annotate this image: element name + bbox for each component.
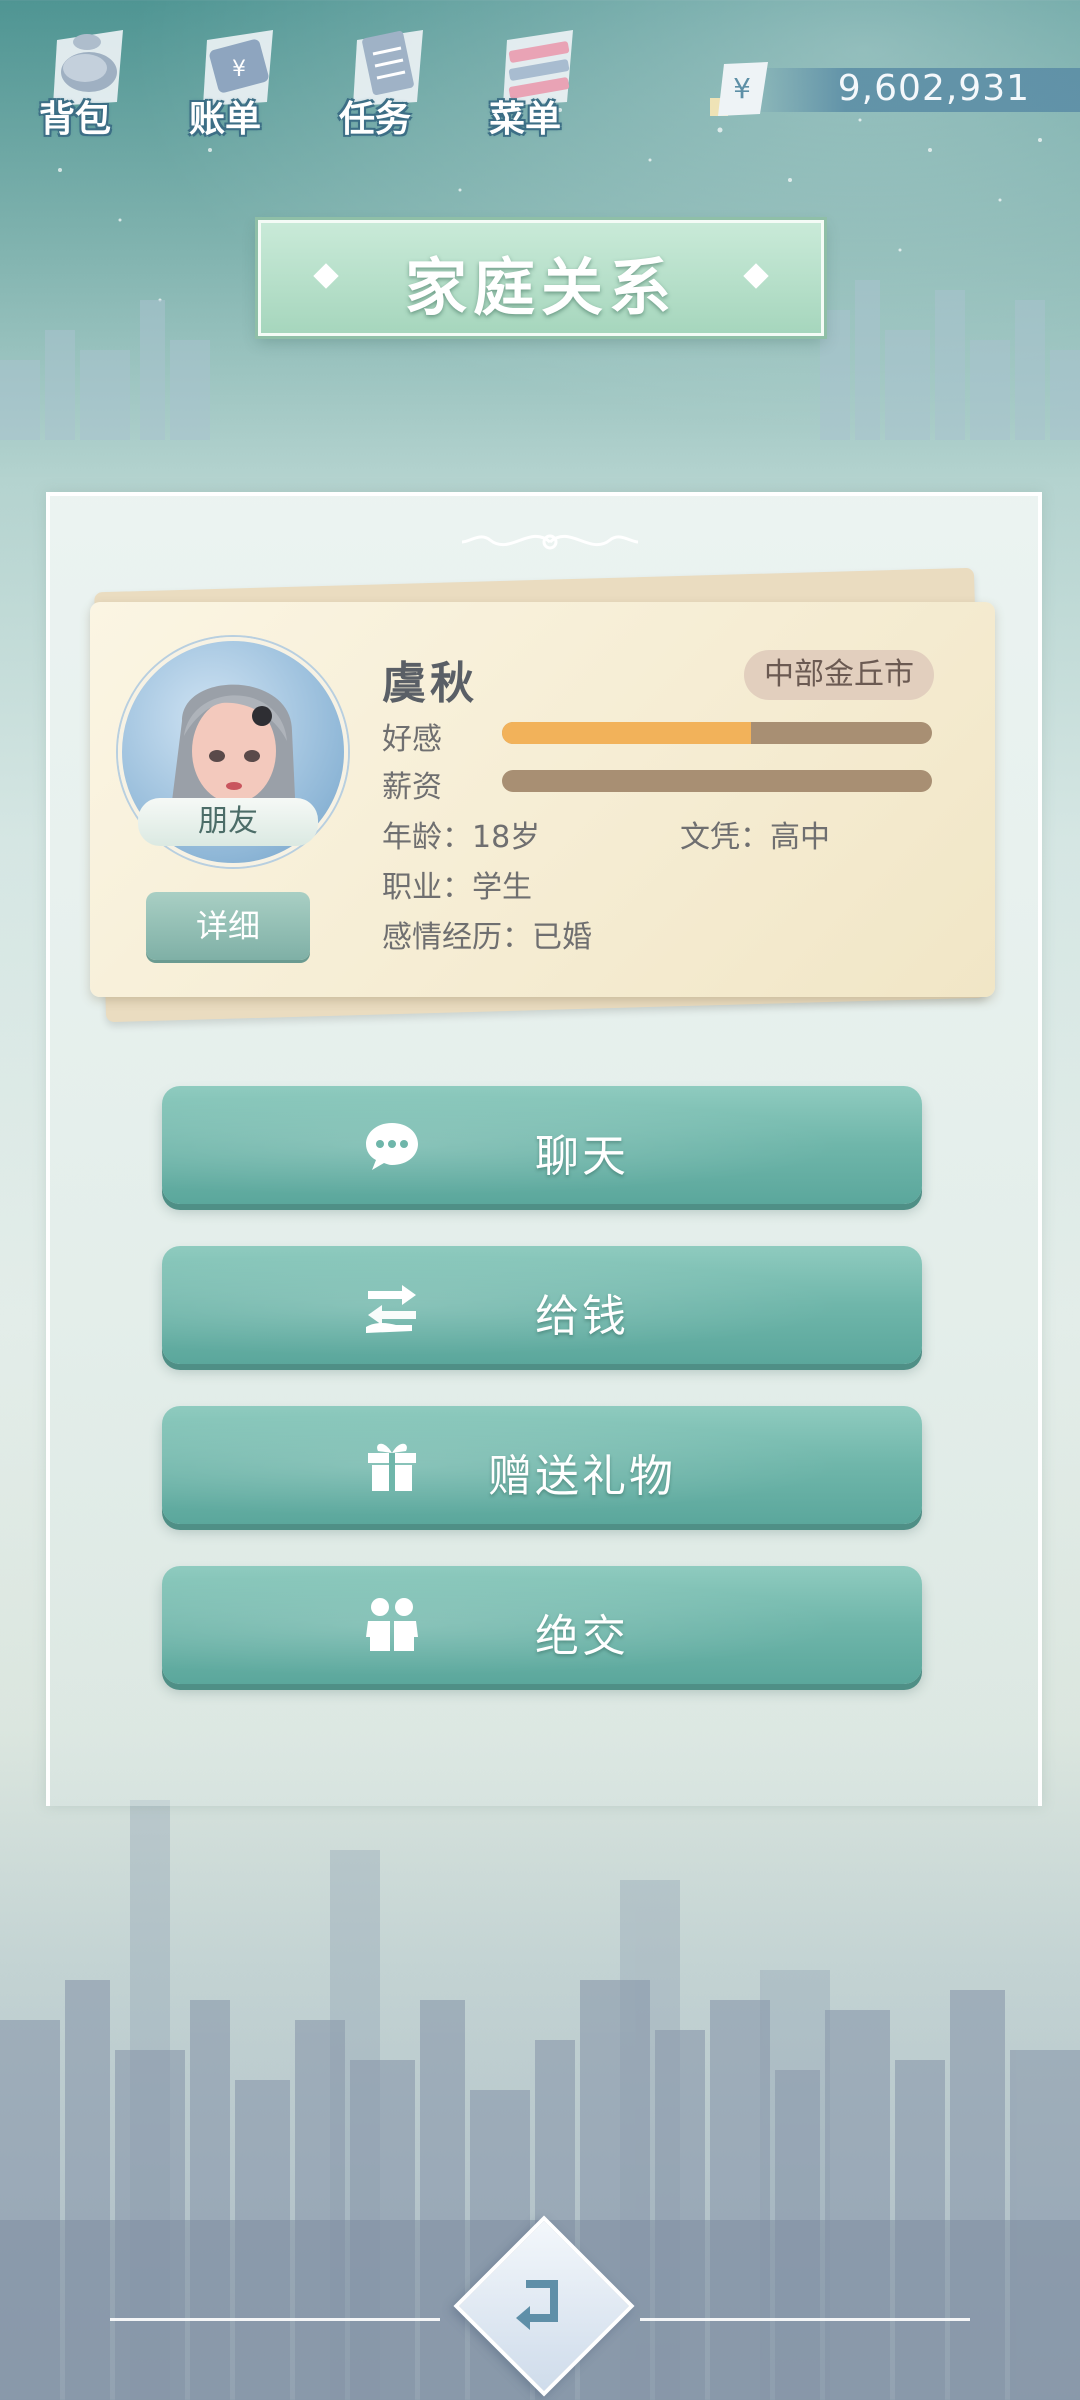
- bill-button[interactable]: ¥ 账单: [170, 10, 300, 150]
- deco-line-right: [640, 2318, 970, 2321]
- salary-bar: [502, 770, 932, 792]
- top-toolbar: 背包 ¥ 账单 任务 菜单: [20, 10, 640, 150]
- character-name: 虞秋: [382, 658, 478, 709]
- backpack-button[interactable]: 背包: [20, 10, 150, 150]
- favor-bar: [502, 722, 932, 744]
- give-money-label: 给钱: [535, 1291, 629, 1342]
- break-friendship-button[interactable]: 绝交: [162, 1566, 922, 1684]
- age-info: 年龄：18岁: [382, 820, 541, 855]
- back-arrow-icon: [516, 2280, 558, 2330]
- money-value: 9,602,931: [837, 68, 1030, 109]
- backpack-label: 背包: [38, 99, 111, 140]
- svg-text:¥: ¥: [232, 57, 246, 82]
- page-title: 家庭关系: [404, 251, 677, 324]
- detail-button[interactable]: 详细: [146, 892, 310, 960]
- give-money-button[interactable]: 给钱: [162, 1246, 922, 1364]
- send-gift-label: 赠送礼物: [488, 1451, 676, 1502]
- bill-label: 账单: [188, 99, 261, 140]
- break-friendship-label: 绝交: [535, 1611, 629, 1662]
- favor-label: 好感: [382, 722, 442, 757]
- money-display: ¥ 9,602,931: [690, 62, 1080, 118]
- yen-icon: ¥: [710, 62, 768, 116]
- chat-label: 聊天: [535, 1131, 629, 1182]
- profile-card: 朋友 详细 虞秋 中部金丘市 好感 薪资 年龄：18岁 文凭：高中 职业：学生 …: [90, 602, 995, 997]
- task-button[interactable]: 任务: [320, 10, 450, 150]
- chat-button[interactable]: 聊天: [162, 1086, 922, 1204]
- education-info: 文凭：高中: [680, 820, 830, 855]
- favor-bar-fill: [502, 722, 752, 744]
- page-title-banner: 家庭关系: [258, 220, 824, 336]
- svg-text:¥: ¥: [733, 72, 751, 105]
- ornament-divider: [461, 534, 639, 550]
- menu-label: 菜单: [488, 99, 561, 140]
- job-info: 职业：学生: [382, 870, 532, 905]
- menu-button[interactable]: 菜单: [470, 10, 600, 150]
- location-badge: 中部金丘市: [744, 650, 934, 700]
- task-label: 任务: [338, 99, 411, 140]
- send-gift-button[interactable]: 赠送礼物: [162, 1406, 922, 1524]
- relationship-history-info: 感情经历：已婚: [382, 920, 592, 955]
- deco-line-left: [110, 2318, 440, 2321]
- relation-tag: 朋友: [138, 798, 318, 846]
- salary-label: 薪资: [382, 770, 442, 805]
